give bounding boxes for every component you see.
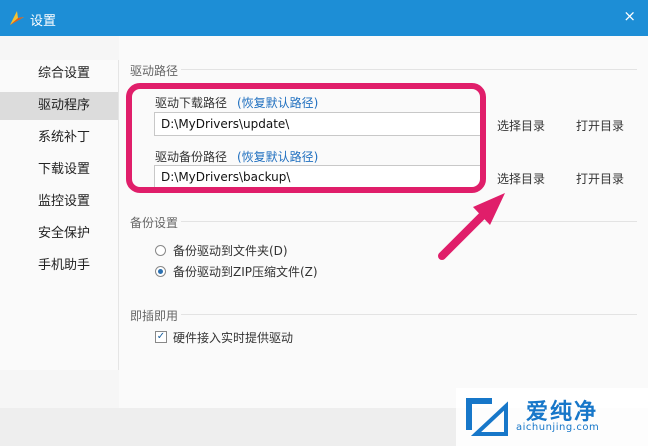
- sidebar-item-download[interactable]: 下载设置: [0, 156, 118, 184]
- sidebar-item-security[interactable]: 安全保护: [0, 220, 118, 248]
- sidebar: 综合设置 驱动程序 系统补丁 下载设置 监控设置 安全保护 手机助手: [0, 60, 119, 370]
- radio-icon[interactable]: [155, 245, 166, 256]
- section-divider: [181, 314, 637, 315]
- download-path-input[interactable]: [154, 112, 481, 136]
- backup-to-folder-option[interactable]: 备份驱动到文件夹(D): [173, 242, 288, 259]
- watermark: 爱纯净 aichunjing.com: [456, 388, 648, 446]
- backup-path-input[interactable]: [154, 165, 481, 189]
- plug-play-section-label: 即插即用: [130, 309, 179, 323]
- settings-panel: 驱动路径 驱动下载路径 (恢复默认路径) 选择目录 打开目录 驱动备份路径 (恢…: [119, 36, 648, 408]
- section-divider: [181, 221, 637, 222]
- backup-to-zip-option[interactable]: 备份驱动到ZIP压缩文件(Z): [173, 263, 318, 280]
- window-body: 综合设置 驱动程序 系统补丁 下载设置 监控设置 安全保护 手机助手 驱动路径 …: [0, 36, 648, 446]
- sidebar-item-general[interactable]: 综合设置: [0, 60, 118, 88]
- restore-download-path-link[interactable]: (恢复默认路径): [237, 94, 318, 111]
- watermark-logo-icon: [466, 398, 508, 436]
- backup-open-dir-button[interactable]: 打开目录: [576, 170, 624, 187]
- sidebar-item-phone-assistant[interactable]: 手机助手: [0, 252, 118, 280]
- radio-icon[interactable]: [155, 266, 166, 277]
- title-bar: 设置 ×: [0, 0, 648, 36]
- backup-select-dir-button[interactable]: 选择目录: [497, 170, 545, 187]
- watermark-url: aichunjing.com: [516, 422, 600, 433]
- restore-backup-path-link[interactable]: (恢复默认路径): [237, 148, 318, 165]
- sidebar-item-drivers[interactable]: 驱动程序: [0, 92, 118, 120]
- realtime-driver-checkbox-label[interactable]: 硬件接入实时提供驱动: [173, 329, 293, 346]
- backup-path-label: 驱动备份路径: [155, 150, 228, 164]
- window-title: 设置: [30, 14, 57, 29]
- close-icon[interactable]: ×: [623, 7, 636, 25]
- section-divider: [181, 69, 637, 70]
- sidebar-item-patches[interactable]: 系统补丁: [0, 124, 118, 152]
- backup-settings-section-label: 备份设置: [130, 216, 179, 230]
- app-logo-icon: [10, 11, 24, 25]
- download-select-dir-button[interactable]: 选择目录: [497, 117, 545, 134]
- sidebar-item-monitor[interactable]: 监控设置: [0, 188, 118, 216]
- download-open-dir-button[interactable]: 打开目录: [576, 117, 624, 134]
- driver-path-section-label: 驱动路径: [130, 64, 179, 78]
- download-path-label: 驱动下载路径: [155, 96, 228, 110]
- checkbox-icon[interactable]: ✓: [155, 331, 167, 343]
